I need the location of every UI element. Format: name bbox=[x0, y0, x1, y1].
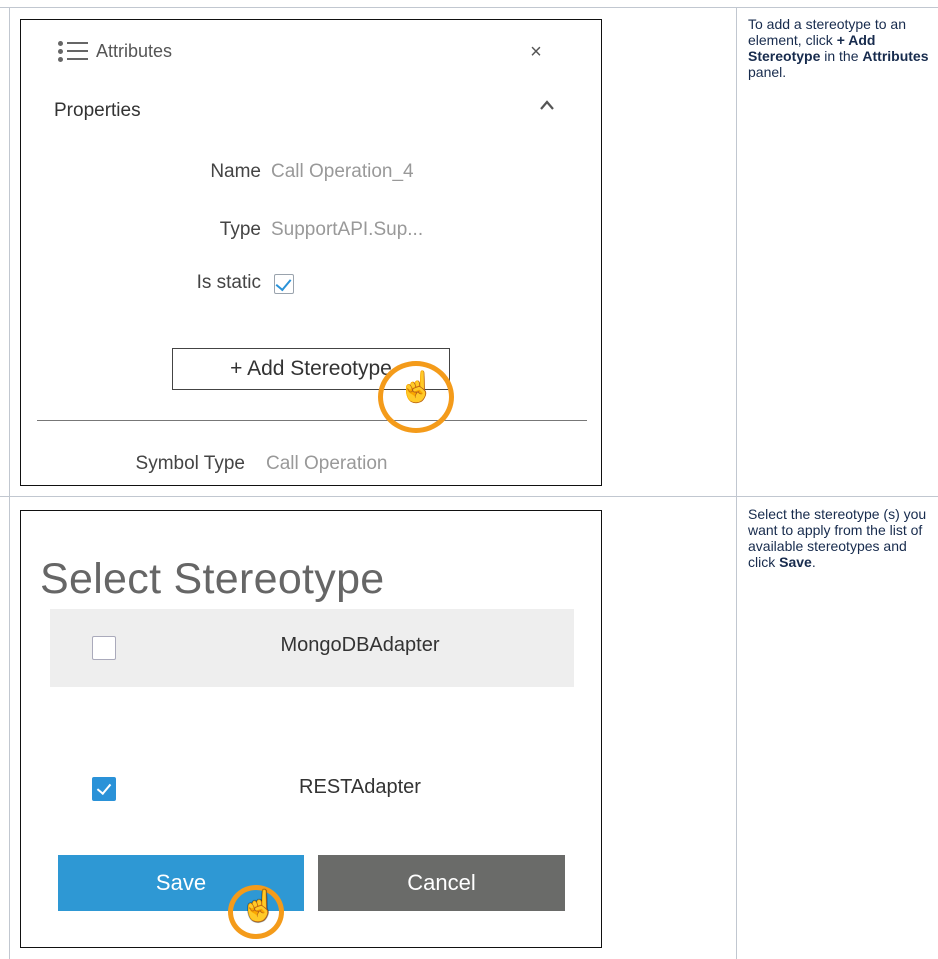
instruction-text: . bbox=[811, 554, 816, 570]
checkmark-icon bbox=[96, 779, 112, 796]
properties-section-title[interactable]: Properties bbox=[54, 100, 141, 122]
stereotype-label: RESTAdapter bbox=[299, 776, 421, 798]
property-label: Name bbox=[210, 161, 261, 182]
stereotype-checkbox[interactable] bbox=[92, 777, 116, 801]
attributes-panel-screenshot: Attributes × Properties Name Call Operat… bbox=[20, 19, 602, 486]
checkmark-icon bbox=[275, 274, 292, 292]
is-static-checkbox[interactable] bbox=[274, 274, 294, 294]
close-icon[interactable]: × bbox=[529, 42, 543, 62]
property-value[interactable]: Call Operation_4 bbox=[271, 161, 414, 183]
table-border-top bbox=[0, 7, 938, 8]
list-icon bbox=[58, 38, 88, 64]
symbol-type-value: Call Operation bbox=[266, 453, 388, 474]
hand-pointer-icon: ☝ bbox=[240, 890, 278, 923]
instruction-text: Select the stereotype (s) you want to ap… bbox=[748, 506, 927, 570]
stereotype-option[interactable]: MongoDBAdapter bbox=[50, 609, 574, 687]
panel-title: Attributes bbox=[96, 40, 173, 61]
property-label: Is static bbox=[196, 272, 261, 293]
instruction-text: To add a stereotype to an element, click bbox=[748, 16, 906, 48]
step2-instruction: Select the stereotype (s) you want to ap… bbox=[748, 506, 934, 570]
instruction-text: panel. bbox=[748, 64, 787, 80]
hand-pointer-icon: ☝ bbox=[398, 371, 436, 404]
chevron-up-icon[interactable] bbox=[539, 98, 555, 112]
divider bbox=[37, 420, 587, 421]
step1-instruction: To add a stereotype to an element, click… bbox=[748, 16, 934, 80]
table-border-left bbox=[9, 7, 10, 959]
stereotype-label: MongoDBAdapter bbox=[280, 634, 440, 656]
panel-header: Attributes bbox=[58, 38, 172, 64]
table-row-divider bbox=[0, 496, 938, 497]
property-value[interactable]: SupportAPI.Sup... bbox=[271, 219, 423, 241]
stereotype-checkbox[interactable] bbox=[92, 636, 116, 660]
symbol-type-label: Symbol Type bbox=[135, 453, 245, 474]
instruction-emphasis: Attributes bbox=[862, 48, 929, 64]
instruction-emphasis: Save bbox=[779, 554, 812, 570]
property-label: Type bbox=[219, 219, 261, 240]
instruction-text: in the bbox=[820, 48, 863, 64]
select-stereotype-dialog-screenshot: Select Stereotype MongoDBAdapter RESTAda… bbox=[20, 510, 602, 948]
stereotype-option[interactable]: RESTAdapter bbox=[50, 751, 574, 829]
dialog-title: Select Stereotype bbox=[40, 555, 385, 603]
cancel-button[interactable]: Cancel bbox=[318, 855, 565, 911]
table-column-divider bbox=[736, 7, 737, 959]
